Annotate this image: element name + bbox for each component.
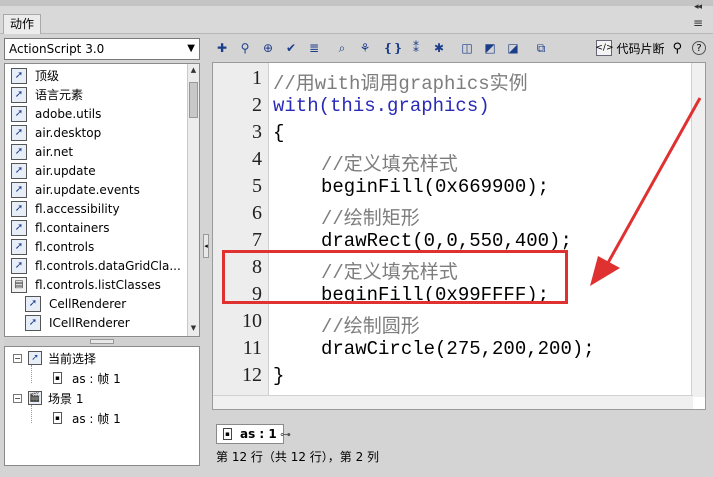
arrow-head bbox=[590, 256, 620, 286]
annotation-arrow-icon bbox=[590, 97, 702, 286]
arrow-shaft bbox=[602, 97, 702, 271]
script-file-icon: ▪ bbox=[223, 428, 232, 440]
script-tab[interactable]: ▪ as : 1 bbox=[216, 424, 284, 444]
pin-script-icon[interactable]: ⊶ bbox=[280, 428, 291, 441]
script-tab-label: as : 1 bbox=[240, 427, 277, 441]
status-bar: 第 12 行（共 12 行），第 2 列 bbox=[216, 450, 380, 464]
